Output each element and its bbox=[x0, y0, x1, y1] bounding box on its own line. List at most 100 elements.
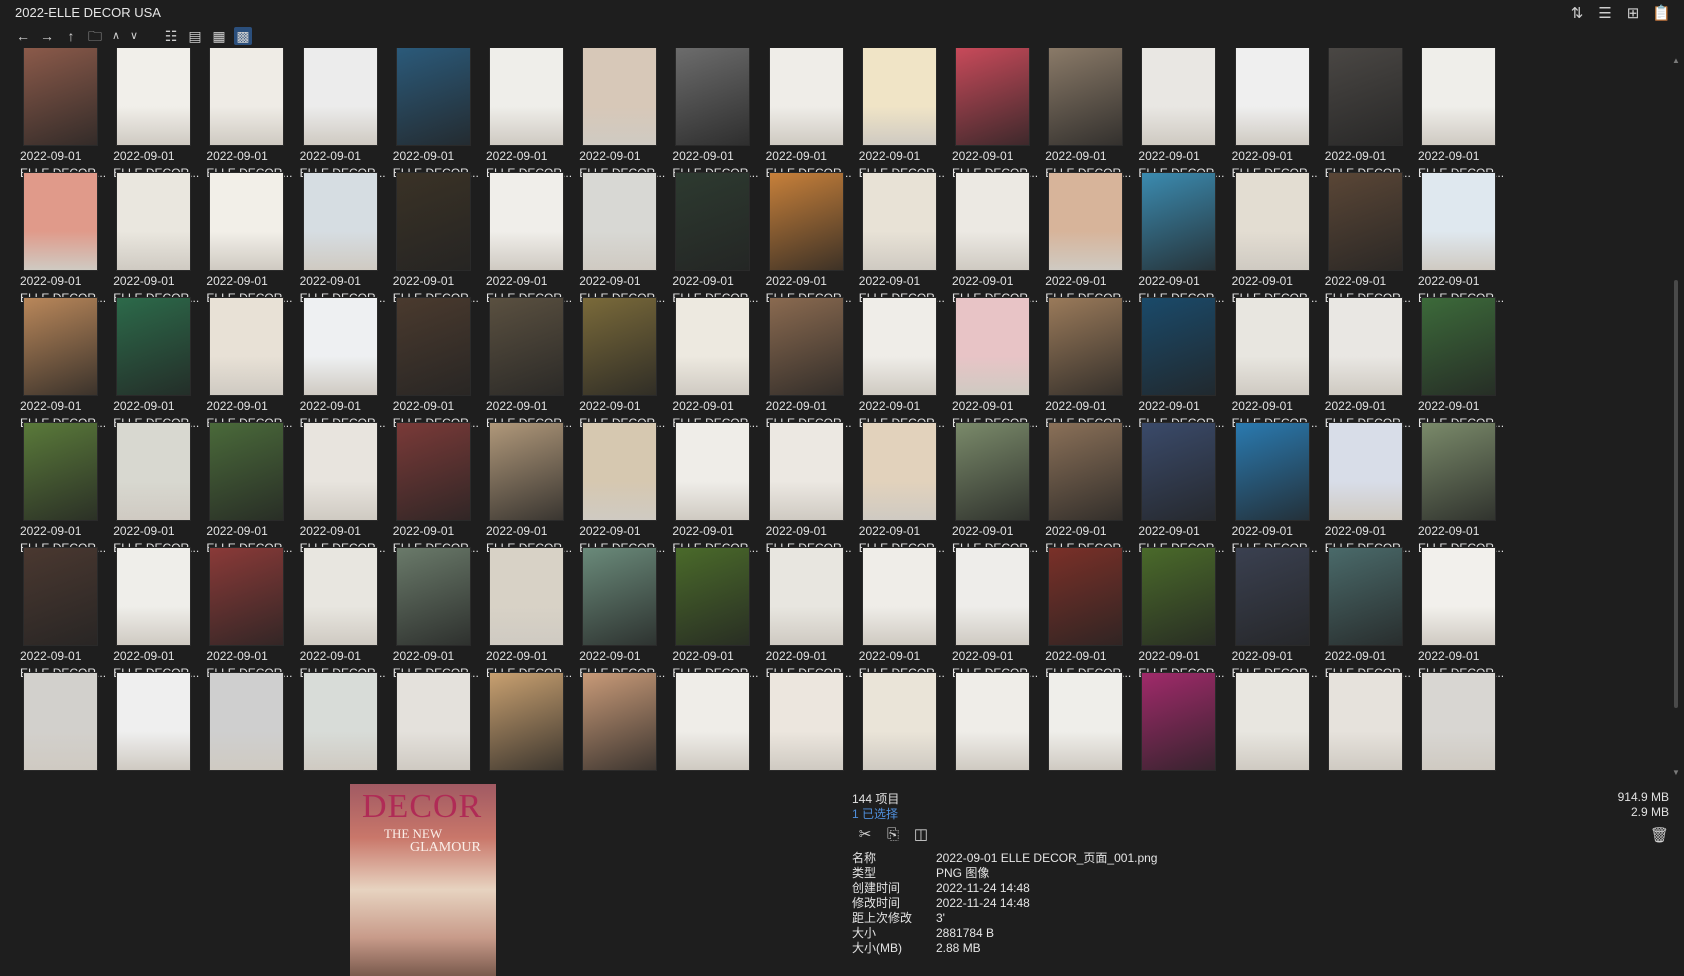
page-thumbnail[interactable] bbox=[117, 548, 191, 645]
page-thumbnail[interactable] bbox=[1422, 548, 1495, 645]
page-thumbnail[interactable] bbox=[396, 423, 470, 520]
vertical-scrollbar[interactable]: ▲ ▼ bbox=[1672, 48, 1680, 783]
folder-icon[interactable]: 🗀 bbox=[86, 27, 104, 45]
page-thumbnail[interactable] bbox=[1142, 673, 1216, 770]
page-thumbnail[interactable] bbox=[210, 423, 284, 520]
page-thumbnail[interactable] bbox=[1422, 423, 1495, 520]
page-thumbnail[interactable] bbox=[24, 48, 97, 145]
page-thumbnail[interactable] bbox=[490, 298, 563, 395]
page-thumbnail[interactable] bbox=[490, 173, 563, 270]
page-thumbnail[interactable] bbox=[1328, 48, 1402, 145]
page-thumbnail[interactable] bbox=[1422, 673, 1495, 770]
page-thumbnail[interactable] bbox=[1422, 173, 1495, 270]
page-thumbnail[interactable] bbox=[117, 298, 191, 395]
page-thumbnail[interactable] bbox=[303, 423, 377, 520]
page-thumbnail[interactable] bbox=[24, 298, 97, 395]
page-thumbnail[interactable] bbox=[769, 298, 843, 395]
page-thumbnail[interactable] bbox=[676, 673, 750, 770]
page-thumbnail[interactable] bbox=[210, 48, 284, 145]
page-thumbnail[interactable] bbox=[303, 673, 377, 770]
detail-view-icon[interactable]: ▦ bbox=[210, 27, 228, 45]
page-thumbnail[interactable] bbox=[1049, 673, 1123, 770]
scroll-up-icon[interactable]: ▲ bbox=[1672, 56, 1680, 65]
page-thumbnail[interactable] bbox=[1328, 173, 1402, 270]
sort-icon[interactable]: ⇅ bbox=[1568, 5, 1586, 23]
page-thumbnail[interactable] bbox=[583, 423, 657, 520]
page-thumbnail[interactable] bbox=[1235, 423, 1309, 520]
scrollbar-thumb[interactable] bbox=[1674, 280, 1678, 708]
page-thumbnail[interactable] bbox=[1235, 48, 1309, 145]
page-thumbnail[interactable] bbox=[303, 548, 377, 645]
page-thumbnail[interactable] bbox=[676, 48, 750, 145]
page-thumbnail[interactable] bbox=[24, 673, 97, 770]
page-thumbnail[interactable] bbox=[1422, 48, 1495, 145]
details-icon[interactable]: ☰ bbox=[1596, 5, 1614, 23]
page-thumbnail[interactable] bbox=[490, 423, 563, 520]
page-thumbnail[interactable] bbox=[676, 423, 750, 520]
page-thumbnail[interactable] bbox=[303, 173, 377, 270]
page-thumbnail[interactable] bbox=[676, 173, 750, 270]
page-thumbnail[interactable] bbox=[769, 173, 843, 270]
page-thumbnail[interactable] bbox=[769, 423, 843, 520]
thumbnail-grid[interactable]: 2022-09-01ELLE DECOR...2022-09-01ELLE DE… bbox=[0, 48, 1662, 784]
page-thumbnail[interactable] bbox=[1049, 48, 1123, 145]
trash-icon[interactable]: 🗑 bbox=[1650, 826, 1669, 844]
page-thumbnail[interactable] bbox=[956, 548, 1029, 645]
clipboard-icon[interactable]: 📋 bbox=[1652, 5, 1671, 23]
page-thumbnail[interactable] bbox=[490, 548, 563, 645]
compare-icon[interactable]: ◫ bbox=[912, 826, 930, 844]
page-thumbnail[interactable] bbox=[583, 173, 657, 270]
page-thumbnail[interactable] bbox=[956, 48, 1029, 145]
page-thumbnail[interactable] bbox=[1142, 423, 1216, 520]
page-thumbnail[interactable] bbox=[1142, 173, 1216, 270]
page-thumbnail[interactable] bbox=[210, 298, 284, 395]
page-thumbnail[interactable] bbox=[24, 548, 97, 645]
page-thumbnail[interactable] bbox=[490, 673, 563, 770]
page-thumbnail[interactable] bbox=[862, 173, 936, 270]
page-thumbnail[interactable] bbox=[1235, 673, 1309, 770]
page-thumbnail[interactable] bbox=[1235, 173, 1309, 270]
cut-icon[interactable]: ✂ bbox=[856, 826, 874, 844]
compact-view-icon[interactable]: ▤ bbox=[186, 27, 204, 45]
page-thumbnail[interactable] bbox=[1328, 548, 1402, 645]
page-thumbnail[interactable] bbox=[1328, 298, 1402, 395]
page-thumbnail[interactable] bbox=[956, 173, 1029, 270]
page-thumbnail[interactable] bbox=[583, 673, 657, 770]
page-thumbnail[interactable] bbox=[583, 298, 657, 395]
up-icon[interactable]: ↑ bbox=[62, 27, 80, 45]
selected-count[interactable]: 1 已选择 bbox=[852, 805, 898, 822]
page-thumbnail[interactable] bbox=[396, 173, 470, 270]
page-thumbnail[interactable] bbox=[210, 548, 284, 645]
page-thumbnail[interactable] bbox=[862, 423, 936, 520]
page-thumbnail[interactable] bbox=[210, 173, 284, 270]
page-thumbnail[interactable] bbox=[24, 423, 97, 520]
add-icon[interactable]: ⊞ bbox=[1624, 5, 1642, 23]
page-thumbnail[interactable] bbox=[117, 173, 191, 270]
page-thumbnail[interactable] bbox=[862, 48, 936, 145]
chevron-up-icon[interactable]: ∧ bbox=[110, 27, 122, 45]
chevron-down-icon[interactable]: ∨ bbox=[128, 27, 140, 45]
page-thumbnail[interactable] bbox=[583, 48, 657, 145]
page-thumbnail[interactable] bbox=[1142, 548, 1216, 645]
page-thumbnail[interactable] bbox=[396, 673, 470, 770]
copy-icon[interactable]: ⎘ bbox=[884, 826, 902, 844]
page-thumbnail[interactable] bbox=[117, 673, 191, 770]
page-thumbnail[interactable] bbox=[769, 548, 843, 645]
page-thumbnail[interactable] bbox=[769, 673, 843, 770]
page-thumbnail[interactable] bbox=[1328, 673, 1402, 770]
back-icon[interactable]: ← bbox=[14, 27, 32, 45]
page-thumbnail[interactable] bbox=[583, 548, 657, 645]
page-thumbnail[interactable] bbox=[676, 298, 750, 395]
thumbnail-view-icon[interactable]: ▩ bbox=[234, 27, 252, 45]
page-thumbnail[interactable] bbox=[1049, 423, 1123, 520]
page-thumbnail[interactable] bbox=[862, 298, 936, 395]
list-view-icon[interactable]: ☷ bbox=[162, 27, 180, 45]
panel-resize-handle[interactable]: ⋮ bbox=[1680, 435, 1684, 449]
page-thumbnail[interactable] bbox=[396, 298, 470, 395]
page-thumbnail[interactable] bbox=[769, 48, 843, 145]
page-thumbnail[interactable] bbox=[490, 48, 563, 145]
page-thumbnail[interactable] bbox=[956, 673, 1029, 770]
page-thumbnail[interactable] bbox=[117, 48, 191, 145]
page-thumbnail[interactable] bbox=[303, 48, 377, 145]
page-thumbnail[interactable] bbox=[1142, 298, 1216, 395]
